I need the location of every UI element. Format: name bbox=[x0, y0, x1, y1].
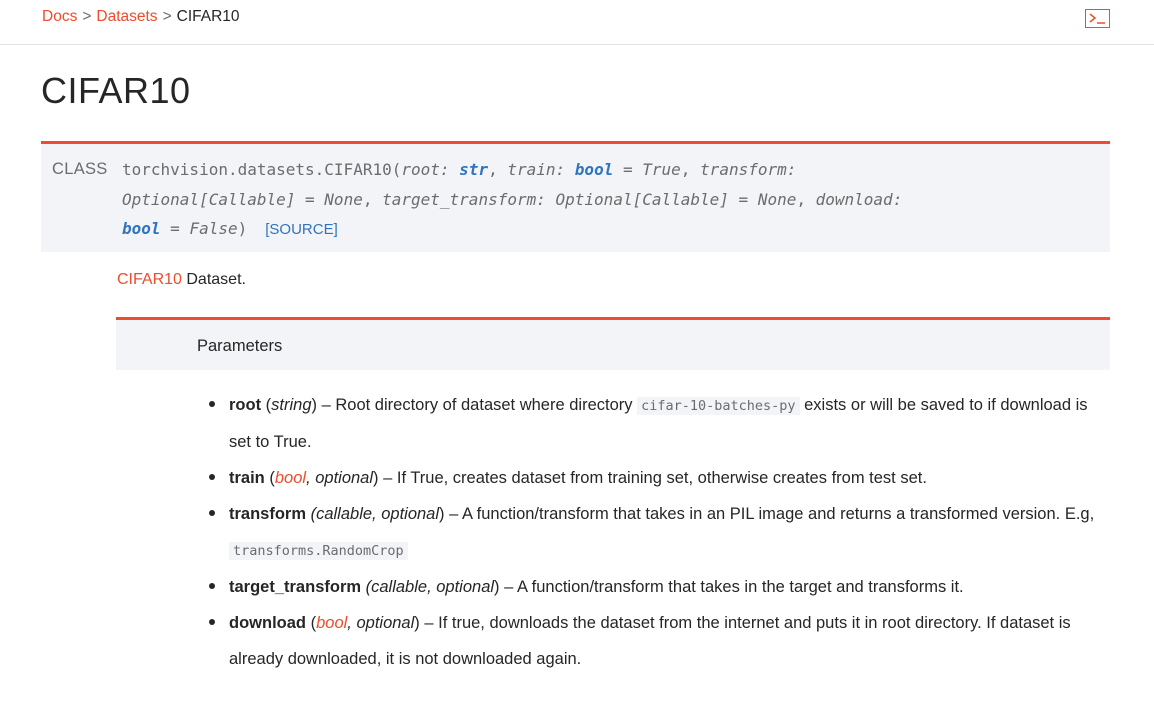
param-name: transform bbox=[229, 505, 307, 523]
breadcrumb-current: CIFAR10 bbox=[176, 8, 240, 25]
param-desc: Root directory of dataset where director… bbox=[335, 396, 638, 414]
param-dash: ) – bbox=[373, 469, 397, 487]
bool-type-link[interactable]: bool bbox=[316, 614, 347, 632]
breadcrumb: Docs > Datasets > CIFAR10 bbox=[42, 8, 240, 26]
param-transform-type: Optional[Callable] bbox=[122, 190, 296, 209]
param-download-default: = False bbox=[170, 219, 238, 238]
parameters-header: Parameters bbox=[116, 317, 1110, 370]
signature-prefix: torchvision.datasets.CIFAR10( bbox=[122, 160, 402, 179]
param-train-default: = True bbox=[622, 160, 681, 179]
bool-type-link[interactable]: bool bbox=[275, 469, 306, 487]
param-optional: , optional bbox=[347, 614, 415, 632]
top-bar: Docs > Datasets > CIFAR10 bbox=[0, 0, 1154, 45]
breadcrumb-datasets-link[interactable]: Datasets bbox=[96, 8, 157, 26]
class-description: CIFAR10 Dataset. bbox=[117, 271, 246, 289]
param-paren: ( bbox=[306, 614, 317, 632]
signature-close-paren: ) bbox=[237, 219, 248, 238]
breadcrumb-docs-link[interactable]: Docs bbox=[42, 8, 77, 26]
terminal-icon[interactable] bbox=[1085, 9, 1110, 28]
breadcrumb-separator: > bbox=[82, 8, 92, 25]
page-title: CIFAR10 bbox=[41, 70, 191, 111]
param-download-name: download: bbox=[815, 190, 903, 209]
param-dash: ) – bbox=[439, 505, 462, 523]
parameters-list: root (string) – Root directory of datase… bbox=[209, 387, 1109, 677]
param-item-root: root (string) – Root directory of datase… bbox=[209, 387, 1109, 460]
param-transform-name: transform: bbox=[700, 160, 797, 179]
param-download-type: bool bbox=[122, 219, 161, 238]
param-dash: ) – bbox=[414, 614, 439, 632]
param-target-transform-name: target_transform: bbox=[382, 190, 546, 209]
inline-code: transforms.RandomCrop bbox=[229, 542, 408, 560]
param-paren: ( bbox=[264, 469, 275, 487]
inline-code: cifar-10-batches-py bbox=[637, 397, 800, 415]
param-item-target-transform: target_transform (callable, optional) – … bbox=[209, 569, 1109, 605]
signature-comma: , bbox=[680, 160, 691, 179]
signature-line-1: torchvision.datasets.CIFAR10(root: str, … bbox=[122, 160, 796, 179]
class-signature: CLASS torchvision.datasets.CIFAR10(root:… bbox=[41, 141, 1110, 252]
param-item-download: download (bool, optional) – If true, dow… bbox=[209, 605, 1109, 677]
param-desc: A function/transform that takes in an PI… bbox=[461, 505, 1095, 523]
param-target-transform-type: Optional[Callable] bbox=[555, 190, 729, 209]
signature-comma: , bbox=[488, 160, 498, 179]
source-link[interactable]: [SOURCE] bbox=[265, 221, 338, 238]
signature-line-3: bool = False) [SOURCE] bbox=[122, 219, 338, 238]
breadcrumb-separator: > bbox=[162, 8, 172, 25]
param-type: (callable, optional bbox=[361, 578, 495, 596]
param-name: download bbox=[229, 614, 306, 632]
param-type: (callable, optional bbox=[306, 505, 440, 523]
param-dash: ) – bbox=[494, 578, 517, 596]
param-root-type: str bbox=[459, 160, 489, 179]
param-item-train: train (bool, optional) – If True, create… bbox=[209, 460, 1109, 496]
param-name: root bbox=[229, 396, 262, 414]
class-label: CLASS bbox=[52, 160, 108, 178]
param-type: string bbox=[271, 396, 312, 414]
description-text: Dataset. bbox=[181, 271, 246, 288]
param-name: target_transform bbox=[229, 578, 362, 596]
signature-comma: , bbox=[796, 190, 806, 209]
param-name: train bbox=[229, 469, 265, 487]
signature-comma: , bbox=[362, 190, 373, 209]
param-dash: ) – bbox=[311, 396, 336, 414]
param-optional: , optional bbox=[306, 469, 374, 487]
parameters-title: Parameters bbox=[197, 337, 283, 355]
param-train-type: bool bbox=[574, 160, 614, 179]
param-target-transform-default: = None bbox=[738, 190, 797, 209]
signature-line-2: Optional[Callable] = None, target_transf… bbox=[122, 190, 902, 209]
param-item-transform: transform (callable, optional) – A funct… bbox=[209, 496, 1109, 569]
param-desc: If True, creates dataset from training s… bbox=[396, 469, 927, 487]
param-root-name: root: bbox=[401, 160, 450, 179]
param-train-name: train: bbox=[507, 160, 566, 179]
param-transform-default: = None bbox=[305, 190, 363, 209]
param-desc: A function/transform that takes in the t… bbox=[516, 578, 964, 596]
param-paren: ( bbox=[261, 396, 272, 414]
cifar10-link[interactable]: CIFAR10 bbox=[117, 271, 182, 288]
